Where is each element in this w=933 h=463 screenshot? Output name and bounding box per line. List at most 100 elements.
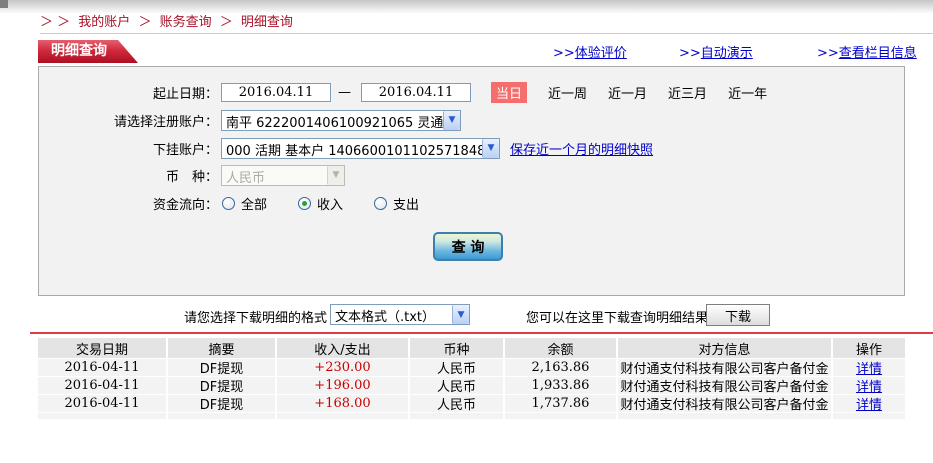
table-row: 2016-04-11 DF提现 +196.00 人民币 1,933.86 财付通…: [38, 377, 905, 394]
radio-label: 收入: [317, 197, 344, 213]
link-view-column-info[interactable]: >>查看栏目信息: [817, 42, 917, 61]
col-header-counterparty: 对方信息: [618, 338, 833, 358]
chevron-down-icon[interactable]: ▼: [443, 110, 460, 130]
download-row: 请您选择下载明细的格式 文本格式（.txt） ▼ 您可以在这里下载查询明细结果 …: [0, 303, 933, 327]
currency-value: 人民币: [226, 170, 266, 185]
breadcrumb-item-detail-query: 明细查询: [240, 15, 293, 30]
footer-cell: [168, 413, 277, 419]
cell-summary: DF提现: [168, 377, 277, 394]
chevron-down-icon[interactable]: ▼: [482, 138, 499, 158]
cell-counterparty: 财付通支付科技有限公司客户备付金: [618, 359, 833, 376]
table-row: 2016-04-11 DF提现 +230.00 人民币 2,163.86 财付通…: [38, 359, 905, 376]
page: ＞ ＞ 我的账户 ＞ 账务查询 ＞ 明细查询 明细查询 >>体验评价 >>自动演…: [0, 0, 933, 463]
date-from-input[interactable]: [221, 82, 331, 102]
currency-select: 人民币 ▼: [221, 164, 345, 186]
download-button[interactable]: 下载: [706, 304, 770, 326]
link-label: 查看栏目信息: [838, 46, 917, 61]
breadcrumb-item-my-account[interactable]: 我的账户: [78, 15, 130, 30]
corner-decoration: [0, 0, 8, 8]
sub-account-value: 000 活期 基本户 1406600101102571848: [226, 143, 482, 158]
detail-link[interactable]: 详情: [856, 395, 882, 412]
breadcrumb-item-account-query[interactable]: 账务查询: [160, 15, 212, 30]
date-range-row: 起止日期： — 当日 近一周 近一月 近三月 近一年: [39, 81, 904, 103]
register-account-select[interactable]: 南平 6222001406100921065 灵通卡 ▼: [221, 109, 461, 131]
date-range-label: 起止日期：: [152, 86, 218, 102]
col-header-action: 操作: [855, 342, 882, 358]
flow-option-all[interactable]: 全部: [222, 194, 267, 213]
cell-date: 2016-04-11: [38, 359, 168, 376]
quick-range-week[interactable]: 近一周: [548, 83, 587, 102]
link-label: 体验评价: [574, 46, 627, 61]
date-dash: —: [338, 84, 351, 100]
link-auto-demo[interactable]: >>自动演示: [679, 42, 753, 61]
col-header-amount: 收入/支出: [277, 338, 410, 358]
breadcrumb-separator: ＞: [138, 15, 152, 30]
radio-icon[interactable]: [374, 196, 388, 210]
detail-link[interactable]: 详情: [856, 377, 882, 394]
currency-row: 币 种： 人民币 ▼: [39, 164, 904, 186]
table-footer-strip: [38, 413, 905, 419]
col-header-date: 交易日期: [38, 338, 168, 358]
tab-detail-query: 明细查询: [38, 40, 138, 63]
flow-option-income[interactable]: 收入: [298, 194, 343, 213]
cell-amount: +168.00: [277, 395, 410, 412]
breadcrumb-separator: ＞: [219, 15, 233, 30]
cell-summary: DF提现: [168, 359, 277, 376]
section-divider: [30, 332, 933, 334]
snapshot-link[interactable]: 保存近一个月的明细快照: [510, 139, 653, 158]
cell-counterparty: 财付通支付科技有限公司客户备付金: [618, 395, 833, 412]
download-format-label: 请您选择下载明细的格式: [184, 311, 328, 326]
cell-date: 2016-04-11: [38, 395, 168, 412]
link-prefix: >>: [817, 46, 839, 61]
link-prefix: >>: [679, 46, 701, 61]
query-button[interactable]: 查 询: [433, 232, 503, 261]
footer-cell: [618, 413, 833, 419]
tab-title: 明细查询: [51, 43, 107, 59]
date-to-input[interactable]: [361, 82, 471, 102]
cell-balance: 1,737.86: [505, 395, 618, 412]
sub-account-select[interactable]: 000 活期 基本户 1406600101102571848 ▼: [221, 137, 500, 159]
link-prefix: >>: [553, 46, 575, 61]
link-experience-review[interactable]: >>体验评价: [553, 42, 627, 61]
col-header-summary: 摘要: [168, 338, 277, 358]
detail-link[interactable]: 详情: [856, 359, 882, 376]
cell-currency: 人民币: [410, 395, 505, 412]
table-row: 2016-04-11 DF提现 +168.00 人民币 1,737.86 财付通…: [38, 395, 905, 412]
register-account-value: 南平 6222001406100921065 灵通卡: [226, 115, 443, 130]
cell-amount: +230.00: [277, 359, 410, 376]
flow-row: 资金流向： 全部 收入 支出: [39, 192, 904, 214]
footer-cell: [410, 413, 505, 419]
quick-range-quarter[interactable]: 近三月: [668, 83, 707, 102]
chevron-down-icon[interactable]: ▼: [452, 305, 469, 324]
currency-label: 币 种：: [165, 169, 218, 185]
download-format-select[interactable]: 文本格式（.txt） ▼: [330, 304, 470, 325]
cell-action: 详情: [833, 359, 905, 376]
register-account-row: 请选择注册账户： 南平 6222001406100921065 灵通卡 ▼: [39, 109, 904, 131]
quick-range-month[interactable]: 近一月: [608, 83, 647, 102]
link-label: 自动演示: [700, 46, 753, 61]
cell-action: 详情: [833, 395, 905, 412]
radio-checked-icon[interactable]: [298, 196, 312, 210]
results-table: 交易日期 摘要 收入/支出 币种 余额 对方信息 操作 2016-04-11 D…: [38, 338, 905, 420]
radio-label: 全部: [241, 197, 268, 213]
footer-cell: [505, 413, 618, 419]
breadcrumb-prefix: ＞ ＞: [40, 15, 71, 30]
col-header-balance: 余额: [505, 338, 618, 358]
quick-range-year[interactable]: 近一年: [728, 83, 767, 102]
footer-cell: [833, 413, 905, 419]
radio-icon[interactable]: [222, 196, 235, 210]
flow-option-expense[interactable]: 支出: [374, 194, 419, 213]
footer-cell: [38, 413, 168, 419]
radio-label: 支出: [393, 197, 420, 213]
download-hint: 您可以在这里下载查询明细结果: [526, 311, 709, 326]
flow-label: 资金流向：: [152, 197, 218, 213]
quick-range-today[interactable]: 当日: [491, 81, 528, 103]
sub-account-row: 下挂账户： 000 活期 基本户 1406600101102571848 ▼ 保…: [39, 137, 904, 159]
cell-amount: +196.00: [277, 377, 410, 394]
cell-summary: DF提现: [168, 395, 277, 412]
download-format-value: 文本格式（.txt）: [335, 310, 436, 324]
sub-account-label: 下挂账户：: [152, 142, 218, 158]
cell-balance: 1,933.86: [505, 377, 618, 394]
breadcrumb: ＞ ＞ 我的账户 ＞ 账务查询 ＞ 明细查询: [40, 11, 297, 30]
cell-date: 2016-04-11: [38, 377, 168, 394]
